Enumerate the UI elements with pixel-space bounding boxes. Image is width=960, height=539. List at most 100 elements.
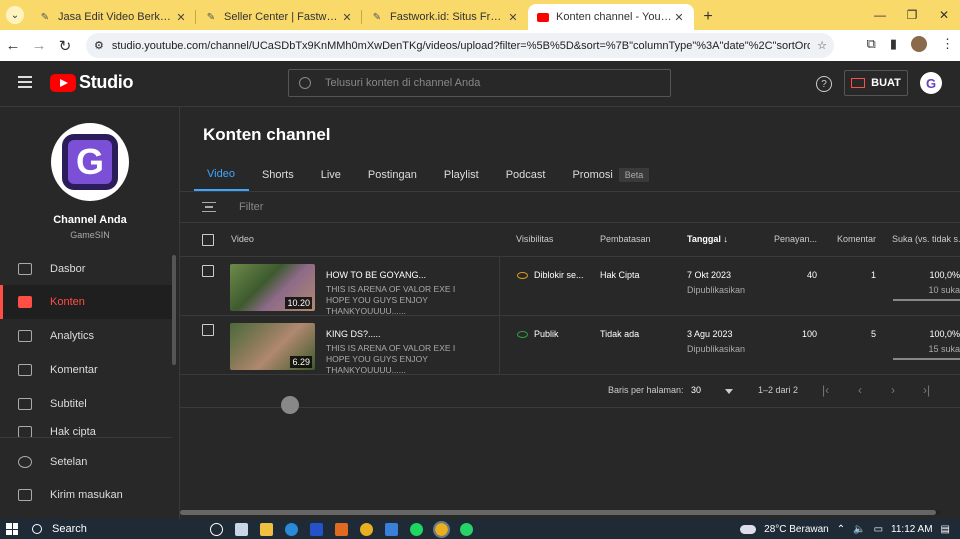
filter-input[interactable]: Filter (202, 201, 263, 213)
column-header-likes[interactable]: Suka (vs. tidak s... (892, 234, 960, 244)
first-page-icon[interactable]: |‹ (822, 383, 829, 397)
edge-icon[interactable] (285, 522, 298, 536)
back-icon[interactable]: ← (0, 37, 26, 54)
browser-tab-active[interactable]: Konten channel - YouTube Studi ✕ (528, 4, 694, 30)
sidebar-item-comments[interactable]: Komentar (0, 353, 172, 387)
browser-tab[interactable]: ✎ Jasa Edit Video Berkualitas, Mu ✕ (30, 4, 196, 30)
tab-label: Playlist (443, 169, 479, 181)
sidepanel-icon[interactable]: ▮ (890, 36, 897, 52)
browser-tab[interactable]: ✎ Seller Center | Fastwork.id ✕ (196, 4, 362, 30)
horizontal-scrollbar[interactable] (180, 510, 940, 515)
tab-shorts[interactable]: Shorts (249, 159, 308, 191)
profile-avatar[interactable] (911, 36, 927, 52)
site-info-icon[interactable]: ⚙ (94, 39, 104, 52)
new-tab-button[interactable]: + (694, 4, 722, 30)
channel-search-input[interactable]: Telusuri konten di channel Anda (288, 69, 671, 97)
close-icon[interactable]: ✕ (174, 11, 188, 24)
prev-page-icon[interactable]: ‹ (858, 383, 862, 397)
restore-icon[interactable]: ❐ (896, 0, 928, 30)
column-header-views[interactable]: Penayan... (774, 234, 817, 244)
weather-text[interactable]: 28°C Berawan (764, 524, 829, 535)
video-title[interactable]: HOW TO BE GOYANG... (326, 270, 426, 280)
tab-video[interactable]: Video (194, 159, 249, 191)
sidebar-item-settings[interactable]: Setelan (0, 445, 172, 479)
file-explorer-icon[interactable] (260, 522, 273, 536)
column-header-restrictions[interactable]: Pembatasan (600, 234, 651, 244)
reload-icon[interactable]: ↻ (52, 37, 78, 55)
extensions-icon[interactable]: ⧉ (867, 36, 876, 52)
chrome-active-icon[interactable] (433, 520, 450, 538)
hamburger-menu-icon[interactable] (18, 76, 32, 88)
tab-search-button[interactable]: ⌄ (0, 0, 30, 30)
tab-title: Seller Center | Fastwork.id (224, 11, 340, 23)
tab-promotions[interactable]: Promosi Beta (559, 159, 663, 191)
bookmark-star-icon[interactable]: ☆ (810, 39, 834, 52)
browser-tab[interactable]: ✎ Fastwork.id: Situs Freelance Onl ✕ (362, 4, 528, 30)
video-thumbnail[interactable]: 10.20 (230, 264, 315, 311)
app-arrow-icon[interactable] (335, 522, 348, 536)
tab-title: Fastwork.id: Situs Freelance Onl (390, 11, 506, 23)
table-row[interactable]: 6.29 KING DS?..... THIS IS ARENA OF VALO… (180, 316, 960, 375)
browser-toolbar-icons: ⧉ ▮ ⋮ (867, 36, 954, 52)
account-avatar[interactable]: G (920, 72, 942, 94)
table-row[interactable]: 10.20 HOW TO BE GOYANG... THIS IS ARENA … (180, 257, 960, 316)
tab-playlist[interactable]: Playlist (431, 159, 493, 191)
url-input[interactable]: ⚙ studio.youtube.com/channel/UCaSDbTx9Kn… (86, 33, 834, 58)
column-header-date[interactable]: Tanggal ↓ (687, 234, 728, 244)
task-view-icon[interactable] (210, 522, 223, 536)
spotify-icon[interactable] (410, 522, 423, 536)
channel-avatar[interactable]: G (51, 123, 129, 201)
row-checkbox[interactable] (202, 324, 214, 336)
minimize-icon[interactable]: — (864, 0, 896, 30)
dropdown-caret-icon[interactable] (725, 389, 733, 394)
whatsapp-icon[interactable] (460, 522, 473, 536)
clock[interactable]: 11:12 AM (891, 524, 933, 535)
sidebar-item-analytics[interactable]: Analytics (0, 319, 172, 353)
forward-icon[interactable]: → (26, 37, 52, 54)
tab-podcast[interactable]: Podcast (493, 159, 560, 191)
close-window-icon[interactable]: ✕ (928, 0, 960, 30)
widgets-icon[interactable] (235, 522, 248, 536)
close-icon[interactable]: ✕ (672, 11, 686, 24)
windows-start-icon[interactable] (6, 523, 18, 535)
chevron-up-icon[interactable]: ⌃ (837, 524, 845, 535)
visibility-cell[interactable]: Publik (517, 329, 559, 339)
sidebar-item-copyright[interactable]: Hak cipta (0, 420, 172, 438)
last-page-icon[interactable]: ›| (923, 383, 930, 397)
video-thumbnail[interactable]: 6.29 (230, 323, 315, 370)
help-icon[interactable]: ? (816, 76, 832, 92)
tab-title: Jasa Edit Video Berkualitas, Mu (58, 11, 174, 23)
network-icon[interactable]: ▭ (874, 524, 883, 535)
restriction-value[interactable]: Tidak ada (600, 329, 639, 339)
row-checkbox[interactable] (202, 265, 214, 277)
app-l-icon[interactable] (310, 522, 323, 536)
taskbar-search[interactable]: Search (32, 523, 172, 535)
studio-logo[interactable]: Studio (50, 72, 133, 93)
scrollbar-thumb[interactable] (180, 510, 936, 515)
rows-per-page-select[interactable]: 30 (691, 385, 701, 395)
sidebar-scrollbar[interactable] (172, 255, 176, 365)
volume-icon[interactable]: 🔈 (853, 524, 865, 535)
sidebar-item-content[interactable]: Konten (0, 285, 172, 319)
subtitles-icon (18, 398, 32, 410)
column-header-comments[interactable]: Komentar (837, 234, 876, 244)
create-button[interactable]: BUAT (844, 70, 908, 96)
next-page-icon[interactable]: › (891, 383, 895, 397)
filter-divider (180, 222, 960, 223)
video-title[interactable]: KING DS?..... (326, 329, 381, 339)
sidebar-item-dashboard[interactable]: Dasbor (0, 252, 172, 286)
select-all-checkbox[interactable] (202, 234, 214, 246)
close-icon[interactable]: ✕ (340, 11, 354, 24)
visibility-cell[interactable]: Diblokir se... (517, 270, 584, 280)
tab-posts[interactable]: Postingan (355, 159, 431, 191)
notification-icon[interactable]: ▤ (941, 524, 950, 535)
restriction-value[interactable]: Hak Cipta (600, 270, 640, 280)
tab-live[interactable]: Live (308, 159, 355, 191)
menu-kebab-icon[interactable]: ⋮ (941, 36, 954, 52)
column-header-visibility[interactable]: Visibilitas (516, 234, 553, 244)
mail-icon[interactable] (385, 522, 398, 536)
chrome-icon[interactable] (360, 522, 373, 536)
sidebar-item-feedback[interactable]: Kirim masukan (0, 478, 172, 512)
sidebar-item-subtitles[interactable]: Subtitel (0, 387, 172, 421)
close-icon[interactable]: ✕ (506, 11, 520, 24)
